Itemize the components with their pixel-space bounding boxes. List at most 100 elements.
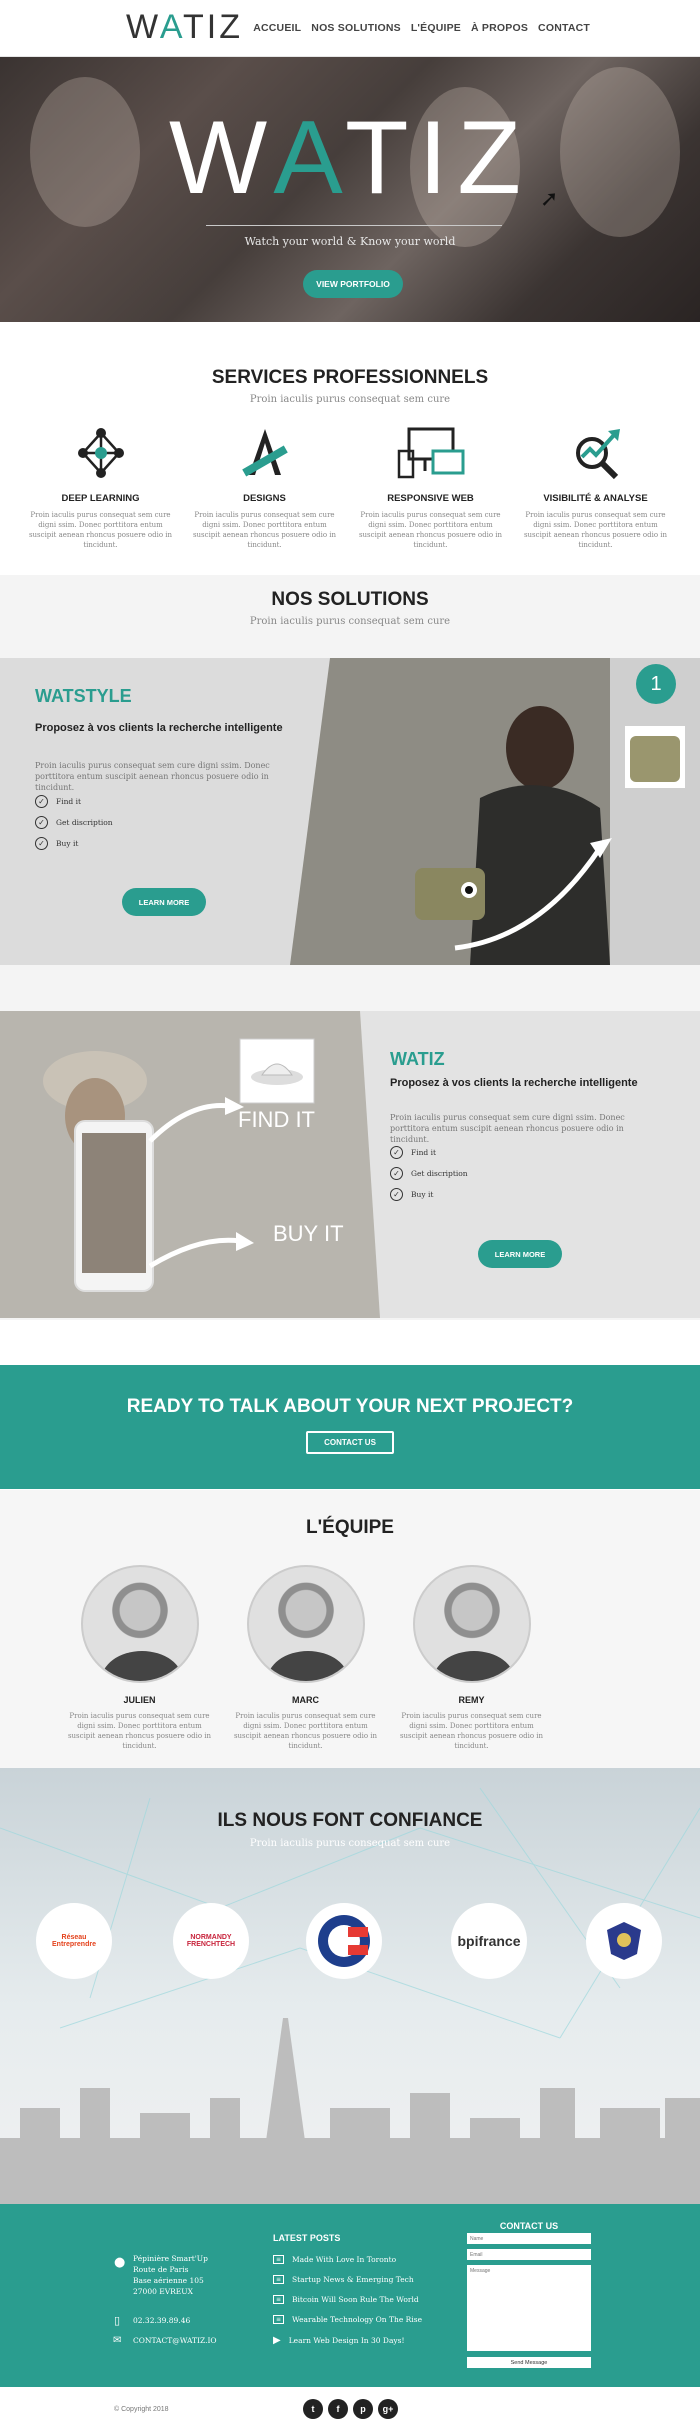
- logo[interactable]: WATIZ: [126, 8, 243, 47]
- post-link[interactable]: ▶ Learn Web Design In 30 Days!: [273, 2335, 405, 2346]
- cci-icon: [318, 1915, 370, 1967]
- google-plus-icon[interactable]: g+: [378, 2399, 398, 2419]
- phone-icon: ▯: [114, 2314, 121, 2327]
- learn-more-button[interactable]: LEARN MORE: [122, 888, 206, 916]
- posts-title: LATEST POSTS: [273, 2233, 341, 2243]
- twitter-icon[interactable]: t: [303, 2399, 323, 2419]
- check-icon: ✓: [35, 795, 48, 808]
- watstyle-panel: 1 WATSTYLE Proposez à vos clients la rec…: [0, 658, 700, 965]
- learn-more-button[interactable]: LEARN MORE: [478, 1240, 562, 1268]
- member-text: Proin iaculis purus consequat sem cure d…: [67, 1712, 212, 1750]
- member-name: JULIEN: [123, 1695, 156, 1705]
- product-tagline: Proposez à vos clients la recherche inte…: [35, 722, 283, 734]
- watiz-panel: FIND IT BUY IT WATIZ Proposez à vos clie…: [0, 1011, 700, 1318]
- services-title: SERVICES PROFESSIONNELS: [211, 367, 489, 388]
- phone[interactable]: 02.32.39.89.46: [133, 2315, 190, 2326]
- team-title: L'ÉQUIPE: [306, 1517, 394, 1538]
- contact-us-button[interactable]: CONTACT US: [306, 1431, 394, 1454]
- post-icon: ≡: [273, 2275, 284, 2284]
- check-icon: ✓: [35, 816, 48, 829]
- member-name: REMY: [458, 1695, 485, 1705]
- clients-title: ILS NOUS FONT CONFIANCE: [217, 1810, 483, 1831]
- step-badge: 1: [636, 664, 676, 704]
- service-text: Proin iaculis purus consequat sem cure d…: [192, 511, 337, 549]
- header: WATIZ ACCUEIL NOS SOLUTIONS L'ÉQUIPE À P…: [0, 0, 700, 57]
- service-text: Proin iaculis purus consequat sem cure d…: [523, 511, 668, 549]
- buy-it-label: BUY IT: [273, 1221, 344, 1246]
- solutions-title: NOS SOLUTIONS: [271, 589, 429, 610]
- address-line: Route de Paris: [133, 2265, 189, 2274]
- service-title: RESPONSIVE WEB: [387, 493, 474, 504]
- hero-tagline: Watch your world & Know your world: [244, 235, 456, 248]
- nav-contact[interactable]: CONTACT: [538, 22, 590, 34]
- nav-apropos[interactable]: À PROPOS: [471, 22, 528, 34]
- devices-icon: [397, 427, 464, 479]
- watiz-photo: [0, 1011, 380, 1318]
- email-link[interactable]: CONTACT@WATIZ.IO: [133, 2335, 217, 2346]
- logo-text: FRENCHTECH: [186, 1941, 236, 1948]
- clients-subtitle: Proin iaculis purus consequat sem cure: [249, 1838, 451, 1849]
- service-card: DEEP LEARNING Proin iaculis purus conseq…: [28, 425, 173, 550]
- cursor-icon: ➚: [540, 187, 559, 212]
- hero-title: WATIZ: [169, 100, 531, 216]
- client-logo-normandy[interactable]: NORMANDY FRENCHTECH: [173, 1903, 249, 1979]
- nav-accueil[interactable]: ACCUEIL: [253, 22, 301, 34]
- post-link[interactable]: ≡ Startup News & Emerging Tech: [273, 2275, 414, 2284]
- address-line: Pépinière Smart'Up: [133, 2254, 208, 2263]
- post-icon: ≡: [273, 2295, 284, 2304]
- name-input[interactable]: [467, 2233, 591, 2244]
- check-icon: ✓: [390, 1167, 403, 1180]
- address: Pépinière Smart'Up Route de Paris Base a…: [133, 2253, 208, 2297]
- view-portfolio-button[interactable]: VIEW PORTFOLIO: [303, 270, 403, 298]
- feature-item: ✓ Get discription: [390, 1167, 468, 1180]
- avatar: [80, 1565, 199, 1683]
- service-title: DEEP LEARNING: [61, 493, 140, 504]
- email-input[interactable]: [467, 2249, 591, 2260]
- address-line: 27000 EVREUX: [133, 2287, 193, 2296]
- feature-item: ✓ Get discription: [35, 816, 113, 829]
- product-text: Proin iaculis purus consequat sem cure d…: [35, 761, 270, 792]
- cta-title: READY TO TALK ABOUT YOUR NEXT PROJECT?: [126, 1396, 574, 1417]
- footer: ● Pépinière Smart'Up Route de Paris Base…: [0, 2204, 700, 2387]
- feature-item: ✓ Find it: [35, 795, 81, 808]
- analytics-icon: [575, 429, 620, 480]
- post-link[interactable]: ≡ Bitcoin Will Soon Rule The World: [273, 2295, 419, 2304]
- find-it-label: FIND IT: [238, 1107, 315, 1132]
- crest-icon: [607, 1922, 641, 1960]
- feature-item: ✓ Find it: [390, 1146, 436, 1159]
- solutions-subtitle: Proin iaculis purus consequat sem cure: [249, 616, 451, 627]
- post-link[interactable]: ≡ Wearable Technology On The Rise: [273, 2315, 422, 2324]
- client-logo-crest[interactable]: [586, 1903, 662, 1979]
- feature-item: ✓ Buy it: [390, 1188, 433, 1201]
- feature-item: ✓ Buy it: [35, 837, 78, 850]
- client-logo-bpifrance[interactable]: bpifrance: [451, 1903, 527, 1979]
- post-icon: ≡: [273, 2315, 284, 2324]
- facebook-icon[interactable]: f: [328, 2399, 348, 2419]
- send-message-button[interactable]: Send Message: [467, 2357, 591, 2368]
- avatar: [412, 1565, 531, 1683]
- client-logo-reseau[interactable]: Réseau Entreprendre: [36, 1903, 112, 1979]
- message-input[interactable]: [467, 2265, 591, 2351]
- location-icon: ●: [114, 2255, 126, 2270]
- hero: WATIZ Watch your world & Know your world…: [0, 57, 700, 322]
- logo-text: Réseau: [61, 1934, 87, 1941]
- copyright: © Copyright 2018: [114, 2406, 169, 2413]
- check-icon: ✓: [390, 1146, 403, 1159]
- nav-equipe[interactable]: L'ÉQUIPE: [411, 22, 461, 34]
- service-card: DESIGNS Proin iaculis purus consequat se…: [192, 425, 337, 550]
- network-background: [0, 1787, 700, 2204]
- product-tagline: Proposez à vos clients la recherche inte…: [390, 1077, 638, 1089]
- mail-icon: ✉: [113, 2335, 122, 2346]
- member-text: Proin iaculis purus consequat sem cure d…: [233, 1712, 378, 1750]
- post-link[interactable]: ≡ Made With Love In Toronto: [273, 2255, 396, 2264]
- client-logo-cci[interactable]: [306, 1903, 382, 1979]
- team-member: MARC Proin iaculis purus consequat sem c…: [233, 1565, 378, 1751]
- logo-text: Entreprendre: [52, 1941, 96, 1948]
- design-tools-icon: [241, 429, 288, 477]
- main-nav: ACCUEIL NOS SOLUTIONS L'ÉQUIPE À PROPOS …: [253, 22, 590, 34]
- service-card: RESPONSIVE WEB Proin iaculis purus conse…: [358, 425, 503, 550]
- address-line: Base aérienne 105: [133, 2276, 204, 2285]
- nav-solutions[interactable]: NOS SOLUTIONS: [311, 22, 401, 34]
- pinterest-icon[interactable]: p: [353, 2399, 373, 2419]
- network-icon: [77, 428, 124, 478]
